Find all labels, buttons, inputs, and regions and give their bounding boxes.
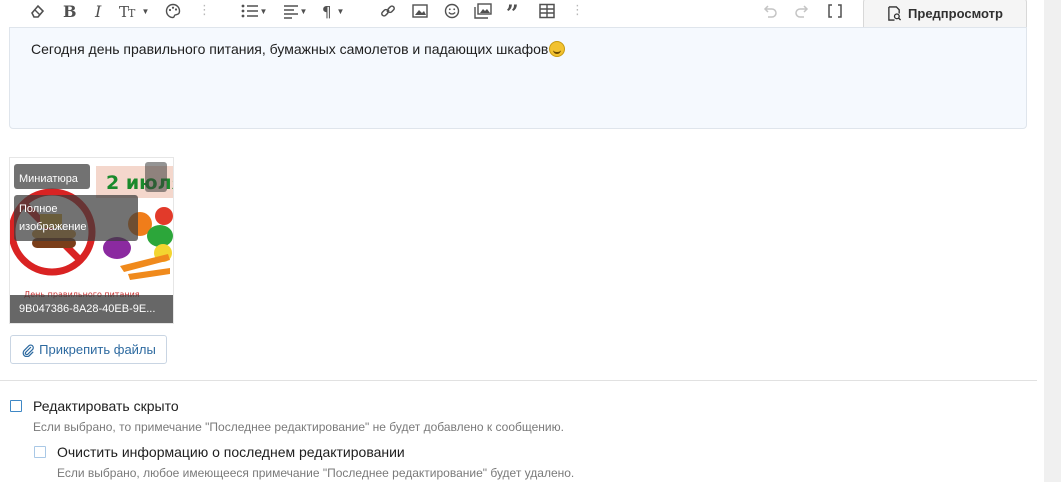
italic-icon[interactable]: I: [91, 0, 109, 22]
preview-tab[interactable]: Предпросмотр: [863, 0, 1027, 27]
full-image-label-line1: Полное: [19, 203, 58, 215]
svg-text:¶: ¶: [322, 3, 332, 19]
image-icon[interactable]: [409, 0, 431, 22]
section-divider: [0, 380, 1037, 381]
more-vertical-icon[interactable]: ⋮: [198, 3, 211, 17]
list-icon[interactable]: ▼: [237, 0, 271, 22]
attach-files-label: Прикрепить файлы: [39, 342, 156, 357]
laughing-emoji-icon: [549, 41, 566, 57]
preview-icon: [888, 5, 902, 21]
link-icon[interactable]: [377, 0, 399, 22]
paperclip-icon: [22, 344, 34, 357]
clear-last-edit-label[interactable]: Очистить информацию о последнем редактир…: [57, 444, 405, 460]
editor-text: Сегодня день правильного питания, бумажн…: [31, 41, 549, 57]
smile-icon[interactable]: [441, 0, 463, 22]
font-size-icon[interactable]: T T ▼: [117, 0, 151, 22]
redo-icon[interactable]: [791, 0, 813, 22]
table-icon[interactable]: [536, 0, 558, 22]
message-editor[interactable]: Сегодня день правильного питания, бумажн…: [9, 27, 1027, 129]
thumbnail-insert-button[interactable]: Миниатюра: [14, 164, 90, 189]
palette-icon[interactable]: [163, 0, 183, 22]
svg-text:B: B: [63, 3, 76, 19]
editor-toolbar: B I T T ▼ ⋮ ▼ ▼ ¶ ▼ ” ⋮ Предпросмотр: [9, 0, 1027, 28]
full-image-insert-button[interactable]: Полное изображение: [14, 195, 138, 241]
attach-files-button[interactable]: Прикрепить файлы: [10, 335, 167, 364]
fullscreen-icon[interactable]: [824, 0, 846, 22]
clear-last-edit-hint: Если выбрано, любое имеющееся примечание…: [57, 466, 575, 480]
edit-silently-hint: Если выбрано, то примечание "Последнее р…: [33, 420, 564, 434]
quote-icon[interactable]: ”: [504, 0, 526, 22]
eraser-icon[interactable]: [26, 0, 48, 22]
edit-silently-checkbox[interactable]: [10, 400, 22, 412]
preview-label: Предпросмотр: [908, 5, 1003, 21]
chevron-down-icon: ▼: [299, 6, 308, 16]
filename-text: 9B047386-8A28-40EB-9E...: [19, 303, 156, 315]
attachment-card: 2 июля День правильного питания Миниатюр…: [9, 157, 174, 324]
more-vertical-icon[interactable]: ⋮: [571, 3, 584, 17]
attachment-filename: 9B047386-8A28-40EB-9E...: [10, 295, 173, 323]
svg-text:T: T: [128, 7, 136, 19]
svg-text:”: ”: [506, 3, 519, 19]
edit-silently-label[interactable]: Редактировать скрыто: [33, 398, 179, 414]
editor-content[interactable]: Сегодня день правильного питания, бумажн…: [31, 41, 566, 57]
paragraph-icon[interactable]: ¶ ▼: [317, 0, 349, 22]
undo-icon[interactable]: [759, 0, 781, 22]
chevron-down-icon: ▼: [336, 6, 345, 16]
full-image-label-line2: изображение: [19, 221, 87, 233]
thumbnail-button-label: Миниатюра: [19, 173, 78, 185]
scrollbar-track[interactable]: [1044, 0, 1061, 482]
chevron-down-icon: ▼: [141, 6, 150, 16]
bold-icon[interactable]: B: [59, 0, 79, 22]
delete-attachment-button[interactable]: [145, 162, 167, 192]
svg-text:I: I: [94, 3, 102, 19]
chevron-down-icon: ▼: [259, 6, 268, 16]
align-icon[interactable]: ▼: [279, 0, 311, 22]
media-icon[interactable]: [472, 0, 494, 22]
clear-last-edit-checkbox[interactable]: [34, 446, 46, 458]
